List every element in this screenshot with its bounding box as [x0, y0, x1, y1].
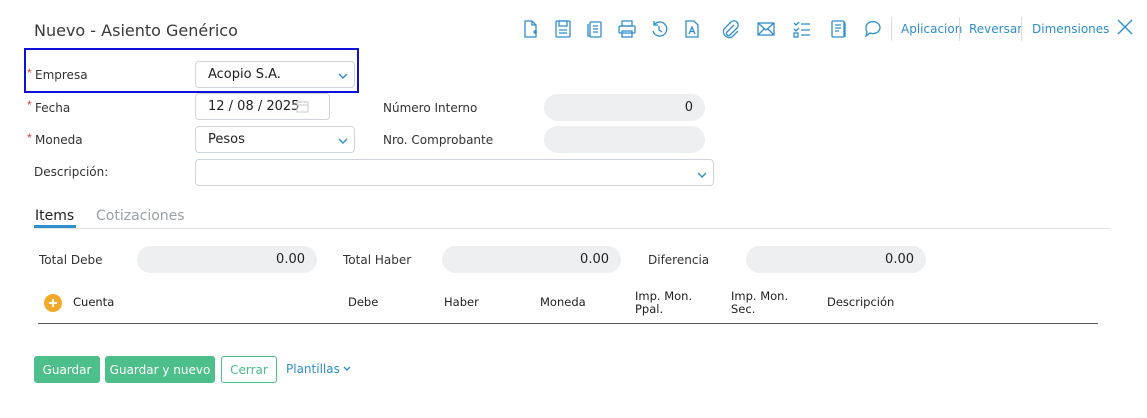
nro-comprobante-field: [544, 126, 705, 153]
save-icon[interactable]: [552, 18, 574, 40]
aplicacion-link[interactable]: Aplicacion: [901, 22, 962, 36]
comment-icon[interactable]: [862, 18, 884, 40]
moneda-value: Pesos: [208, 132, 245, 147]
copy-icon[interactable]: [584, 18, 606, 40]
reversar-link[interactable]: Reversar: [969, 22, 1022, 36]
chevron-down-icon: [338, 70, 348, 80]
attach-icon[interactable]: [719, 18, 741, 40]
total-haber-field: 0.00: [442, 246, 621, 273]
add-row-button[interactable]: [44, 294, 62, 312]
plantillas-dropdown[interactable]: Plantillas: [286, 362, 351, 376]
moneda-label: Moneda: [35, 133, 83, 147]
numero-interno-label: Número Interno: [383, 101, 478, 115]
chevron-down-icon: [338, 135, 348, 145]
column-header-descripcion: Descripción: [827, 295, 895, 309]
total-debe-label: Total Debe: [39, 253, 103, 267]
text-icon[interactable]: [681, 18, 703, 40]
guardar-button[interactable]: Guardar: [34, 356, 100, 383]
total-haber-label: Total Haber: [343, 253, 412, 267]
cerrar-button[interactable]: Cerrar: [221, 356, 277, 383]
fecha-value: 12 / 08 / 2025: [208, 99, 300, 114]
column-header-haber: Haber: [444, 295, 479, 309]
required-mark: *: [27, 66, 32, 80]
column-header-debe: Debe: [348, 295, 379, 309]
empresa-value: Acopio S.A.: [208, 67, 281, 82]
plantillas-label: Plantillas: [286, 362, 340, 376]
tab-items[interactable]: Items: [35, 208, 74, 224]
print-icon[interactable]: [616, 18, 638, 40]
guardar-y-nuevo-button[interactable]: Guardar y nuevo: [105, 356, 215, 383]
descripcion-label: Descripción:: [34, 165, 109, 179]
chevron-down-icon: [697, 169, 707, 179]
plus-icon: [49, 299, 57, 307]
dimensiones-link[interactable]: Dimensiones: [1032, 22, 1109, 36]
history-icon[interactable]: [648, 18, 670, 40]
empresa-select[interactable]: Acopio S.A.: [195, 61, 355, 88]
column-header-imp-mon-sec: Imp. Mon. Sec.: [731, 289, 789, 316]
table-header-divider: [38, 323, 1098, 324]
total-debe-field: 0.00: [137, 246, 317, 273]
page-title: Nuevo - Asiento Genérico: [34, 21, 238, 40]
fecha-input[interactable]: 12 / 08 / 2025: [195, 93, 330, 120]
column-header-moneda: Moneda: [540, 295, 586, 309]
numero-interno-field: 0: [544, 94, 705, 121]
active-tab-indicator: [34, 225, 76, 228]
new-document-icon[interactable]: [519, 18, 541, 40]
chevron-down-icon: [343, 366, 351, 371]
calendar-icon[interactable]: [296, 100, 309, 113]
checklist-icon[interactable]: [791, 18, 813, 40]
required-mark: *: [27, 98, 32, 112]
tab-cotizaciones[interactable]: Cotizaciones: [96, 208, 185, 224]
column-header-cuenta: Cuenta: [73, 295, 115, 309]
empresa-label: Empresa: [35, 68, 88, 82]
tab-divider: [34, 228, 1110, 229]
column-header-imp-mon-ppal: Imp. Mon. Ppal.: [635, 289, 693, 316]
close-icon[interactable]: [1116, 18, 1134, 36]
diferencia-field: 0.00: [746, 246, 926, 273]
moneda-select[interactable]: Pesos: [195, 126, 355, 153]
fecha-label: Fecha: [35, 101, 71, 115]
descripcion-input[interactable]: [195, 159, 714, 186]
required-mark: *: [27, 131, 32, 145]
nro-comprobante-label: Nro. Comprobante: [383, 133, 494, 147]
diferencia-label: Diferencia: [648, 253, 710, 267]
notes-icon[interactable]: [827, 18, 849, 40]
mail-icon[interactable]: [755, 18, 777, 40]
